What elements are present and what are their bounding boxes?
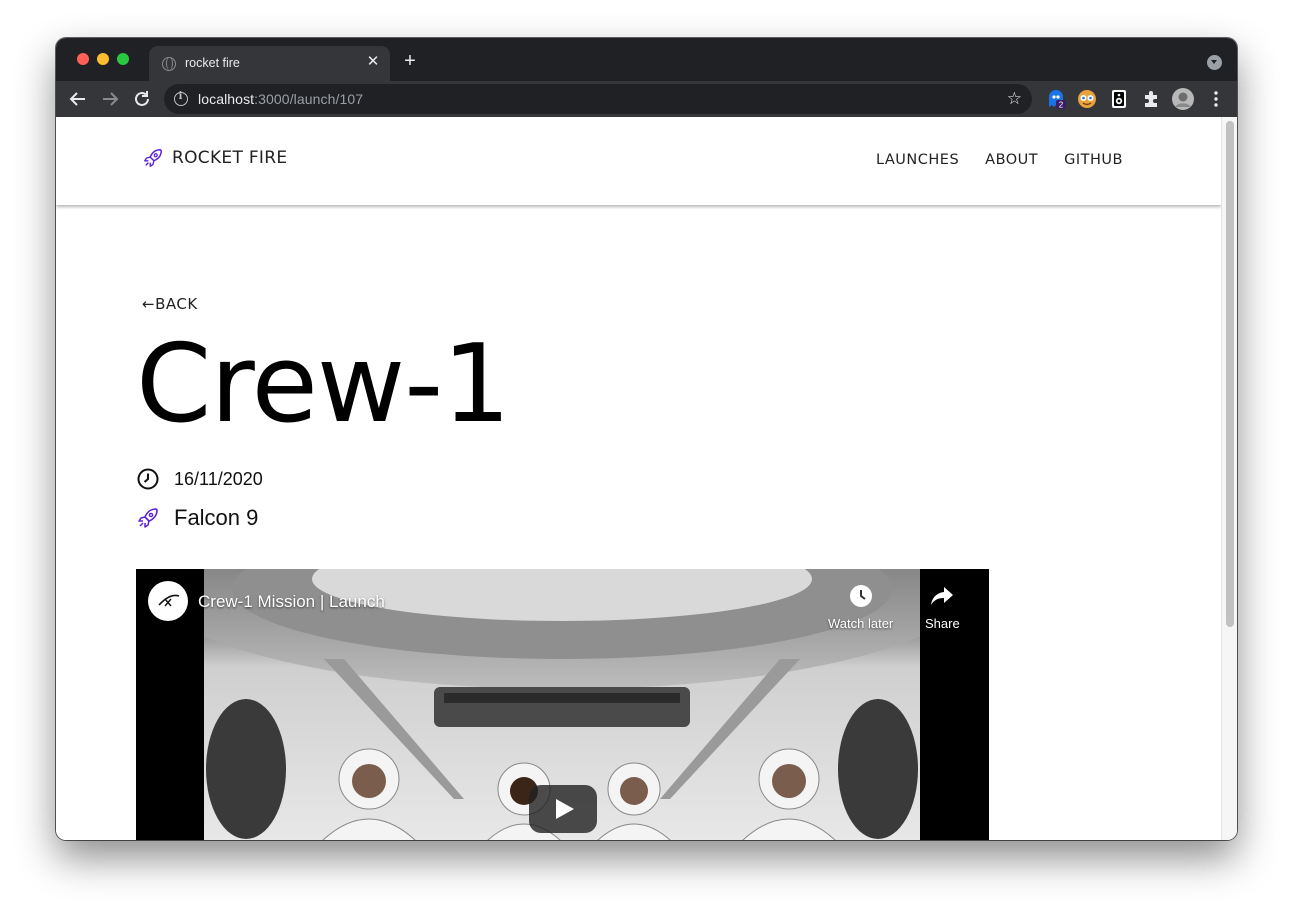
launch-date-row: 16/11/2020 — [136, 467, 263, 491]
forward-arrow-icon[interactable] — [99, 88, 121, 110]
channel-logo[interactable] — [148, 581, 188, 621]
launch-date: 16/11/2020 — [174, 468, 263, 489]
share-button[interactable]: Share — [925, 583, 960, 631]
rocket-icon — [138, 508, 158, 528]
nav-link-about[interactable]: ABOUT — [985, 152, 1038, 168]
watch-later-button[interactable]: Watch later — [828, 583, 893, 631]
face-extension-icon[interactable] — [1077, 89, 1097, 109]
rocket-logo-icon — [144, 149, 162, 167]
speaker-extension-icon[interactable] — [1109, 89, 1129, 109]
browser-tab[interactable]: rocket fire ✕ — [149, 46, 390, 81]
app-header: ROCKET FIRE LAUNCHES ABOUT GITHUB — [56, 117, 1221, 205]
nav-link-github[interactable]: GITHUB — [1064, 152, 1123, 168]
extension-badge: 2 — [1059, 101, 1064, 110]
brand-link[interactable]: ROCKET FIRE — [142, 147, 287, 169]
brand-name: ROCKET FIRE — [172, 148, 288, 168]
address-bar[interactable]: localhost:3000/launch/107 ☆ — [164, 84, 1032, 114]
close-window-button[interactable] — [77, 53, 89, 65]
main-nav: LAUNCHES ABOUT GITHUB — [876, 152, 1123, 168]
video-title[interactable]: Crew-1 Mission | Launch — [198, 592, 385, 612]
play-icon — [556, 799, 574, 819]
tab-search-button[interactable] — [1207, 55, 1222, 70]
clock-icon — [137, 468, 159, 490]
scrollbar-thumb[interactable] — [1226, 121, 1234, 627]
watch-later-clock-icon — [849, 585, 872, 607]
page-scrollbar[interactable] — [1221, 117, 1237, 840]
rocket-name: Falcon 9 — [174, 505, 259, 530]
nav-link-launches[interactable]: LAUNCHES — [876, 152, 959, 168]
zoom-window-button[interactable] — [117, 53, 129, 65]
spacex-logo-icon — [158, 594, 180, 607]
profile-avatar[interactable] — [1172, 88, 1194, 110]
globe-icon — [162, 57, 176, 71]
video-player[interactable]: Crew-1 Mission | Launch Watch later Shar… — [136, 569, 989, 840]
page-viewport: ROCKET FIRE LAUNCHES ABOUT GITHUB ←BACK … — [56, 117, 1237, 840]
share-arrow-icon — [931, 587, 954, 605]
ghost-extension-icon[interactable]: 2 — [1046, 89, 1066, 109]
minimize-window-button[interactable] — [97, 53, 109, 65]
bookmark-star-icon[interactable]: ☆ — [1007, 89, 1022, 109]
close-tab-icon[interactable]: ✕ — [364, 53, 382, 71]
launch-title: Crew-1 — [136, 322, 511, 447]
back-link[interactable]: ←BACK — [142, 295, 198, 313]
tab-strip: rocket fire ✕ + — [56, 38, 1237, 81]
site-info-icon[interactable] — [174, 91, 188, 106]
back-arrow-icon[interactable] — [67, 88, 89, 110]
launch-rocket-row: Falcon 9 — [136, 505, 258, 531]
new-tab-button[interactable]: + — [400, 51, 420, 71]
browser-window: rocket fire ✕ + localhost:3000/launch/10… — [56, 38, 1237, 840]
tab-title: rocket fire — [185, 56, 240, 70]
reload-icon[interactable] — [131, 88, 153, 110]
url-text[interactable]: localhost:3000/launch/107 — [198, 91, 363, 107]
play-button[interactable] — [529, 785, 597, 833]
browser-toolbar: localhost:3000/launch/107 ☆ 2 — [56, 81, 1237, 117]
kebab-menu-icon[interactable] — [1206, 89, 1226, 109]
puzzle-extensions-icon[interactable] — [1141, 89, 1161, 109]
